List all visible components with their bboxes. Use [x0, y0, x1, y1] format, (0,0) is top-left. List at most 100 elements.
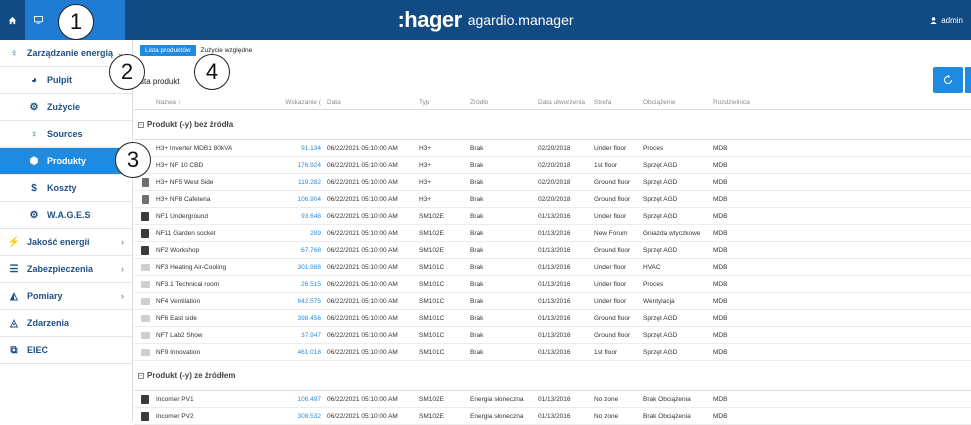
cell-source: Brak: [470, 314, 484, 322]
cell-board: MDB: [713, 161, 728, 169]
cell-value[interactable]: 26.515: [274, 281, 327, 288]
sidebar-item-produkty[interactable]: ⬢ Produkty: [0, 148, 132, 175]
callout-1: 1: [58, 4, 94, 40]
cell-source: Brak: [470, 212, 484, 220]
refresh-button[interactable]: [933, 67, 963, 93]
device-icon-cell: [134, 297, 156, 305]
device-icon-cell: [134, 331, 156, 339]
collapse-icon[interactable]: −: [138, 372, 144, 379]
sidebar-item-eiec[interactable]: ⧉ EIEC: [0, 337, 132, 364]
sidebar-item-zabezpieczenia[interactable]: ☰ Zabezpieczenia ›: [0, 256, 132, 283]
cell-zone: Under floor: [594, 212, 627, 220]
table-row[interactable]: Incomer PV2 308.532 06/22/2021 05:10:00 AM…: [134, 408, 971, 425]
cell-value[interactable]: 289: [274, 230, 327, 237]
cell-value[interactable]: 461.018: [274, 349, 327, 356]
column-header-zone[interactable]: Strefa: [594, 99, 643, 106]
sidebar-item-sources[interactable]: ♀ Sources: [0, 121, 132, 148]
sidebar-item-koszty[interactable]: $ Koszty: [0, 175, 132, 202]
table-row[interactable]: NF1 Underground 93.648 06/22/2021 05:10:00…: [134, 208, 971, 225]
table-row[interactable]: NF9 Innovation 461.018 06/22/2021 05:10:00…: [134, 344, 971, 361]
products-table: Nazwa ↑ Wskazanie (Data Typ Źródło Data utwo…: [134, 96, 971, 425]
chevron-icon[interactable]: ›: [121, 291, 124, 301]
hager-logo: :hager: [397, 7, 462, 32]
cell-created: 01/13/2016: [538, 229, 571, 237]
cell-zone: Under floor: [594, 263, 627, 271]
column-header-load[interactable]: Obciążenie: [643, 99, 713, 106]
table-row[interactable]: NF2 Workshop 67.768 06/22/2021 05:10:00 AM…: [134, 242, 971, 259]
sitemap-icon: ⧉: [10, 344, 18, 356]
column-header-source[interactable]: Źródło: [470, 99, 538, 106]
main-content: Lista produktów Zużycie względne sta pro…: [134, 40, 971, 425]
cell-value[interactable]: 67.768: [274, 247, 327, 254]
user-menu[interactable]: admin: [930, 0, 963, 40]
cell-name: NF7 Lab2 Show: [156, 331, 203, 339]
group-header[interactable]: − Produkt (-y) ze źródłem: [134, 361, 971, 391]
cell-type: H3+: [419, 161, 432, 169]
cell-date: 06/22/2021 05:10:00 AM: [327, 178, 398, 186]
sidebar-item-pomiary[interactable]: ◭ Pomiary ›: [0, 283, 132, 310]
cell-date: 06/22/2021 05:10:00 AM: [327, 144, 398, 152]
cell-value[interactable]: 642.575: [274, 298, 327, 305]
table-row[interactable]: H3+ NF 10 CBD 176.924 06/22/2021 05:10:00 …: [134, 157, 971, 174]
cell-load: Sprzęt AGD: [643, 161, 678, 169]
cell-source: Brak: [470, 144, 484, 152]
cell-source: Brak: [470, 297, 484, 305]
column-header-created[interactable]: Data utworzenia: [538, 99, 594, 106]
table-row[interactable]: NF3 Heating Air-Cooling 301.988 06/22/2021…: [134, 259, 971, 276]
cell-value[interactable]: 106.497: [274, 396, 327, 403]
table-row[interactable]: NF4 Ventilation 642.575 06/22/2021 05:10:0…: [134, 293, 971, 310]
more-button[interactable]: [965, 67, 971, 93]
sidebar-item-w-a-g-e-s[interactable]: ⚙ W.A.G.E.S: [0, 202, 132, 229]
chevron-icon[interactable]: ›: [121, 264, 124, 274]
cell-board: MDB: [713, 331, 728, 339]
chevron-icon[interactable]: ›: [121, 237, 124, 247]
cell-value[interactable]: 91.134: [274, 145, 327, 152]
cell-value[interactable]: 93.648: [274, 213, 327, 220]
table-row[interactable]: NF6 East side 398.456 06/22/2021 05:10:00 …: [134, 310, 971, 327]
column-header-name[interactable]: Nazwa ↑: [156, 99, 274, 106]
table-row[interactable]: NF3.1 Technical room 26.515 06/22/2021 05:…: [134, 276, 971, 293]
cell-board: MDB: [713, 144, 728, 152]
meter-device-icon: [141, 245, 149, 255]
cell-type: H3+: [419, 178, 432, 186]
column-header-type[interactable]: Typ: [419, 99, 470, 106]
cell-value[interactable]: 106.904: [274, 196, 327, 203]
cell-name: H3+ Inverter MDB1 80kVA: [156, 144, 233, 152]
cell-source: Brak: [470, 195, 484, 203]
area-chart-icon: ◭: [10, 290, 18, 302]
cell-value[interactable]: 37.947: [274, 332, 327, 339]
table-row[interactable]: NF7 Lab2 Show 37.947 06/22/2021 05:10:00 A…: [134, 327, 971, 344]
cell-zone: Under floor: [594, 297, 627, 305]
table-row[interactable]: NF11 Garden socket 289 06/22/2021 05:10:00…: [134, 225, 971, 242]
app-brand: :hager agardio.manager: [0, 0, 971, 40]
cell-value[interactable]: 308.532: [274, 413, 327, 420]
home-button[interactable]: [0, 0, 25, 40]
cell-source: Brak: [470, 348, 484, 356]
table-row[interactable]: Incomer PV1 106.497 06/22/2021 05:10:00 AM…: [134, 391, 971, 408]
meter-device-icon: [141, 228, 149, 238]
sidebar-item-zu-ycie[interactable]: ⚙ Zużycie: [0, 94, 132, 121]
group-header[interactable]: − Produkt (-y) bez źródła: [134, 110, 971, 140]
collapse-icon[interactable]: −: [138, 121, 144, 128]
table-row[interactable]: H3+ Inverter MDB1 80kVA 91.134 06/22/2021 …: [134, 140, 971, 157]
cell-value[interactable]: 398.456: [274, 315, 327, 322]
cell-created: 02/20/2018: [538, 195, 571, 203]
sidebar-item-jako-energii[interactable]: ⚡ Jakość energii ›: [0, 229, 132, 256]
cell-zone: New Forum: [594, 229, 628, 237]
tab-relative-consumption[interactable]: Zużycie względne: [196, 45, 258, 56]
column-header-value[interactable]: Wskazanie (: [274, 99, 327, 106]
table-row[interactable]: H3+ NF8 Cafeteria 106.904 06/22/2021 05:10…: [134, 191, 971, 208]
column-header-date[interactable]: Data: [327, 99, 419, 106]
cell-value[interactable]: 176.924: [274, 162, 327, 169]
cell-date: 06/22/2021 05:10:00 AM: [327, 229, 398, 237]
cell-value[interactable]: 119.282: [274, 179, 327, 186]
cell-source: Energia słoneczna: [470, 412, 524, 420]
cell-load: Brak Obciążenia: [643, 412, 691, 420]
column-header-board[interactable]: Rozdzielnica: [713, 99, 773, 106]
cell-date: 06/22/2021 05:10:00 AM: [327, 297, 398, 305]
table-row[interactable]: H3+ NF5 West Side 119.282 06/22/2021 05:10…: [134, 174, 971, 191]
tab-product-list[interactable]: Lista produktów: [140, 44, 196, 56]
cell-load: Sprzęt AGD: [643, 348, 678, 356]
sidebar-item-zdarzenia[interactable]: ◬ Zdarzenia: [0, 310, 132, 337]
cell-value[interactable]: 301.988: [274, 264, 327, 271]
